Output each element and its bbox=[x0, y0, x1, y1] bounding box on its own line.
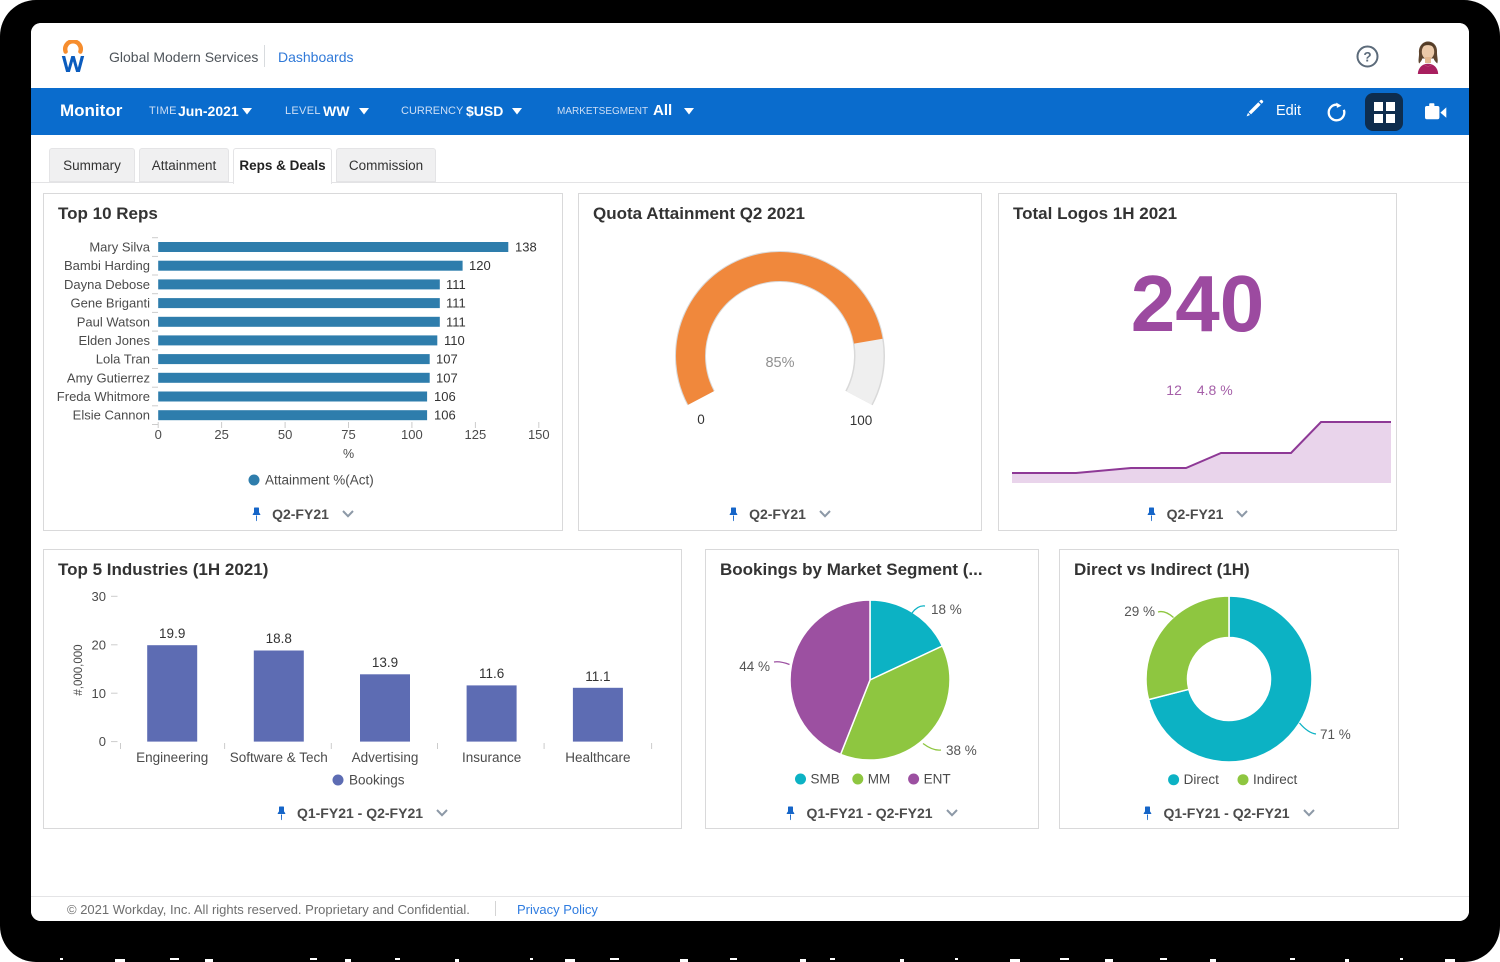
svg-text:150: 150 bbox=[528, 427, 550, 442]
svg-text:Direct: Direct bbox=[1184, 772, 1220, 787]
svg-text:29 %: 29 % bbox=[1124, 604, 1155, 619]
svg-text:Advertising: Advertising bbox=[352, 750, 419, 765]
svg-text:Elden Jones: Elden Jones bbox=[78, 333, 150, 348]
svg-text:111: 111 bbox=[446, 314, 466, 329]
svg-text:MM: MM bbox=[868, 772, 891, 787]
svg-text:18 %: 18 % bbox=[931, 602, 962, 617]
svg-text:Dayna Debose: Dayna Debose bbox=[64, 277, 150, 292]
svg-text:Healthcare: Healthcare bbox=[565, 750, 630, 765]
svg-text:71 %: 71 % bbox=[1320, 727, 1351, 742]
svg-text:18.8: 18.8 bbox=[266, 631, 292, 646]
svg-text:100: 100 bbox=[850, 413, 873, 428]
svg-text:11.6: 11.6 bbox=[479, 666, 504, 681]
svg-text:?: ? bbox=[1363, 50, 1371, 65]
svg-text:0: 0 bbox=[155, 427, 162, 442]
svg-text:111: 111 bbox=[446, 277, 466, 292]
svg-text:75: 75 bbox=[341, 427, 355, 442]
svg-text:50: 50 bbox=[278, 427, 292, 442]
svg-text:Attainment %(Act): Attainment %(Act) bbox=[265, 473, 374, 488]
svg-text:Freda Whitmore: Freda Whitmore bbox=[57, 389, 150, 404]
svg-text:106: 106 bbox=[434, 389, 456, 404]
svg-text:138: 138 bbox=[515, 240, 537, 255]
svg-text:11.1: 11.1 bbox=[585, 669, 610, 684]
svg-text:106: 106 bbox=[434, 408, 456, 423]
svg-text:20: 20 bbox=[92, 638, 106, 653]
svg-text:13.9: 13.9 bbox=[372, 655, 398, 670]
svg-text:Amy Gutierrez: Amy Gutierrez bbox=[67, 370, 150, 385]
svg-text:107: 107 bbox=[436, 370, 458, 385]
svg-text:125: 125 bbox=[465, 427, 487, 442]
svg-text:Lola Tran: Lola Tran bbox=[96, 352, 150, 367]
svg-text:100: 100 bbox=[401, 427, 423, 442]
svg-text:Elsie Cannon: Elsie Cannon bbox=[73, 408, 150, 423]
svg-text:85%: 85% bbox=[765, 355, 794, 371]
svg-text:30: 30 bbox=[92, 589, 106, 604]
svg-text:38 %: 38 % bbox=[946, 743, 977, 758]
svg-text:110: 110 bbox=[444, 333, 465, 348]
svg-text:Paul Watson: Paul Watson bbox=[77, 314, 150, 329]
svg-text:44 %: 44 % bbox=[739, 659, 770, 674]
svg-text:Mary Silva: Mary Silva bbox=[89, 240, 150, 255]
svg-text:10: 10 bbox=[92, 686, 106, 701]
svg-text:19.9: 19.9 bbox=[159, 626, 185, 641]
svg-text:Engineering: Engineering bbox=[136, 750, 208, 765]
svg-text:25: 25 bbox=[214, 427, 228, 442]
svg-text:Software & Tech: Software & Tech bbox=[230, 750, 328, 765]
svg-text:Bookings: Bookings bbox=[349, 773, 405, 788]
svg-text:ENT: ENT bbox=[924, 772, 951, 787]
svg-text:Gene Briganti: Gene Briganti bbox=[71, 296, 151, 311]
svg-text:Insurance: Insurance bbox=[462, 750, 521, 765]
svg-text:Bambi Harding: Bambi Harding bbox=[64, 258, 150, 273]
svg-text:111: 111 bbox=[446, 296, 466, 311]
svg-text:SMB: SMB bbox=[811, 772, 840, 787]
svg-text:107: 107 bbox=[436, 352, 458, 367]
svg-text:Indirect: Indirect bbox=[1253, 772, 1298, 787]
svg-text:#,000,000: #,000,000 bbox=[73, 644, 85, 695]
svg-text:120: 120 bbox=[469, 258, 491, 273]
svg-text:%: % bbox=[343, 447, 354, 461]
svg-text:0: 0 bbox=[99, 734, 106, 749]
svg-text:0: 0 bbox=[697, 412, 705, 427]
